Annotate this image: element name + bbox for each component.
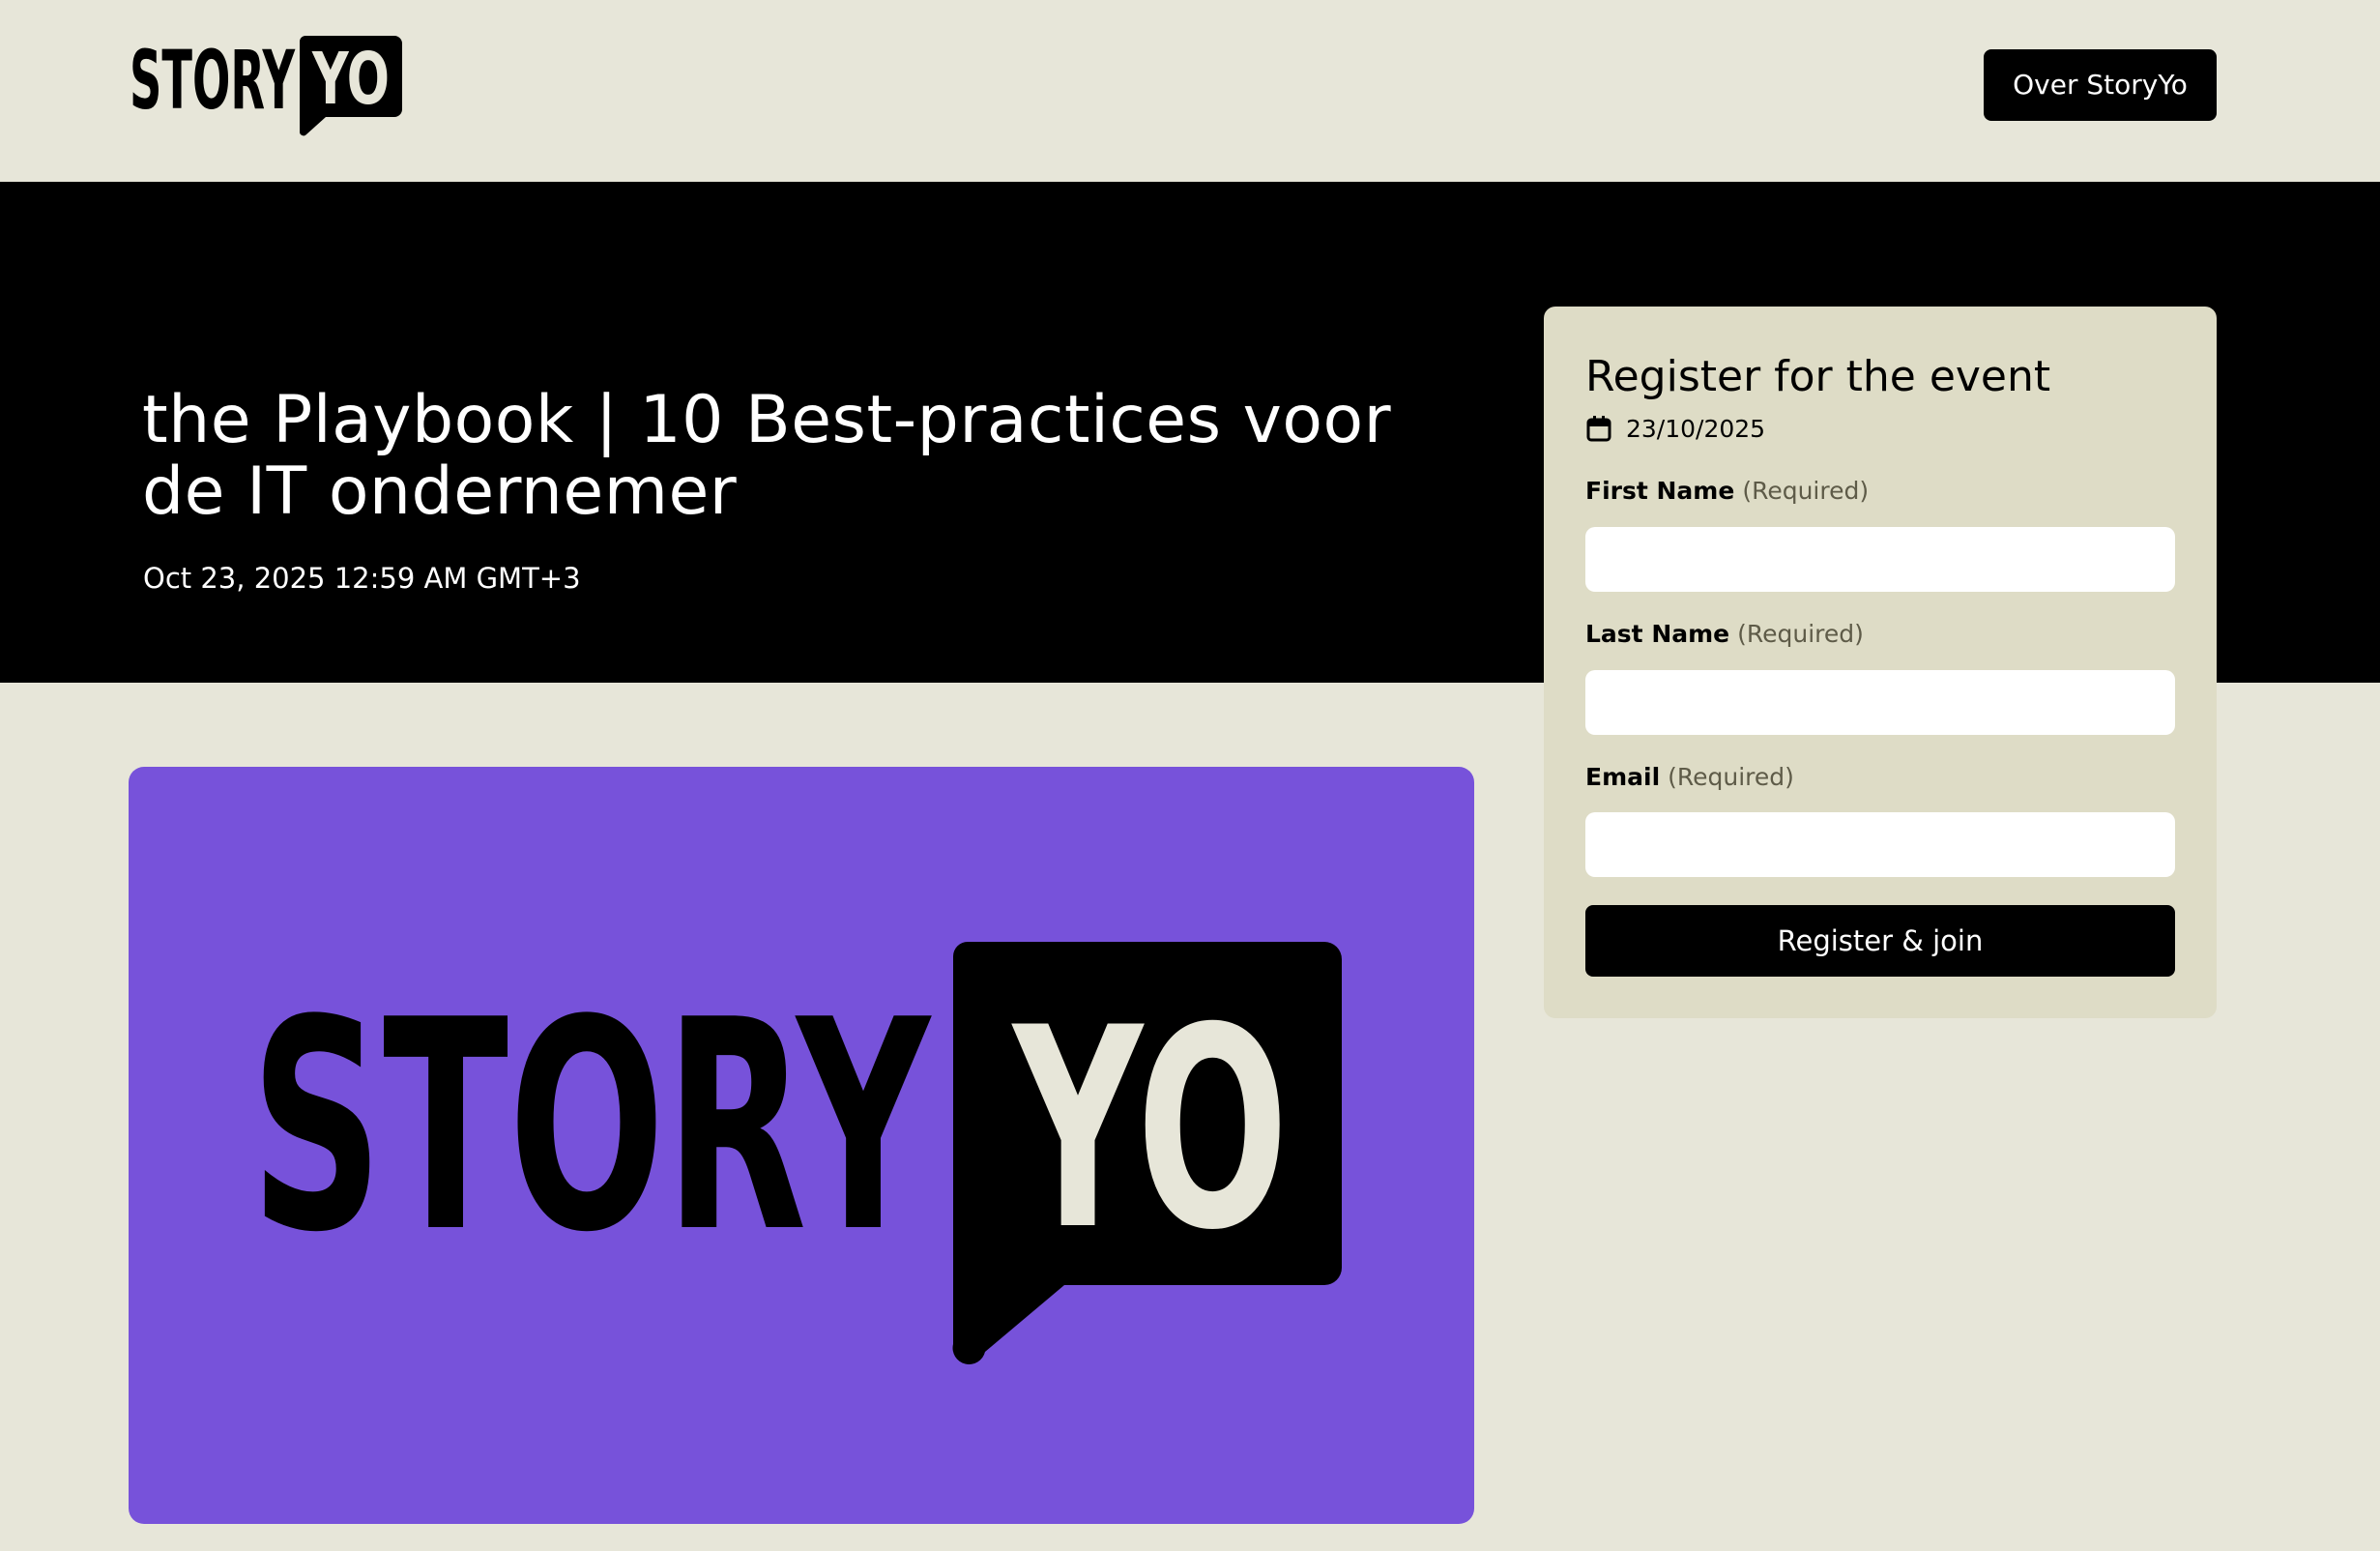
email-label: Email (Required) [1585,762,1794,793]
register-card: Register for the event 23/10/2025 First … [1544,307,2217,1018]
email-label-text: Email [1585,763,1661,791]
last-name-label: Last Name (Required) [1585,619,1864,650]
storyyo-logo[interactable]: STORY YO [130,33,402,139]
last-name-input[interactable] [1585,670,2175,735]
first-name-input[interactable] [1585,527,2175,592]
event-title: the Playbook | 10 Best-practices voor de… [142,382,1392,530]
register-title: Register for the event [1585,352,2051,401]
register-join-button[interactable]: Register & join [1585,905,2175,977]
first-name-label-text: First Name [1585,477,1735,505]
email-input[interactable] [1585,812,2175,877]
last-name-required-hint: (Required) [1737,620,1864,648]
first-name-required-hint: (Required) [1742,477,1870,505]
calendar-icon [1586,416,1611,442]
banner-logo-text-story: STORY [250,958,932,1296]
storyyo-logo-graphic: STORY YO [130,33,402,136]
about-storyyo-button[interactable]: Over StoryYo [1984,49,2217,121]
logo-text-story: STORY [130,33,296,128]
logo-text-yo: YO [311,38,390,121]
event-banner-image: STORY YO [129,767,1474,1524]
event-date: 23/10/2025 [1626,414,1766,443]
site-header: STORY YO Over StoryYo [0,0,2380,182]
banner-logo-text-yo: YO [1010,970,1289,1291]
event-datetime: Oct 23, 2025 12:59 AM GMT+3 [143,562,581,595]
last-name-label-text: Last Name [1585,620,1730,648]
event-date-row: 23/10/2025 [1585,413,1765,444]
banner-logo: STORY YO [250,942,1342,1364]
email-required-hint: (Required) [1668,763,1794,791]
first-name-label: First Name (Required) [1585,476,1869,507]
